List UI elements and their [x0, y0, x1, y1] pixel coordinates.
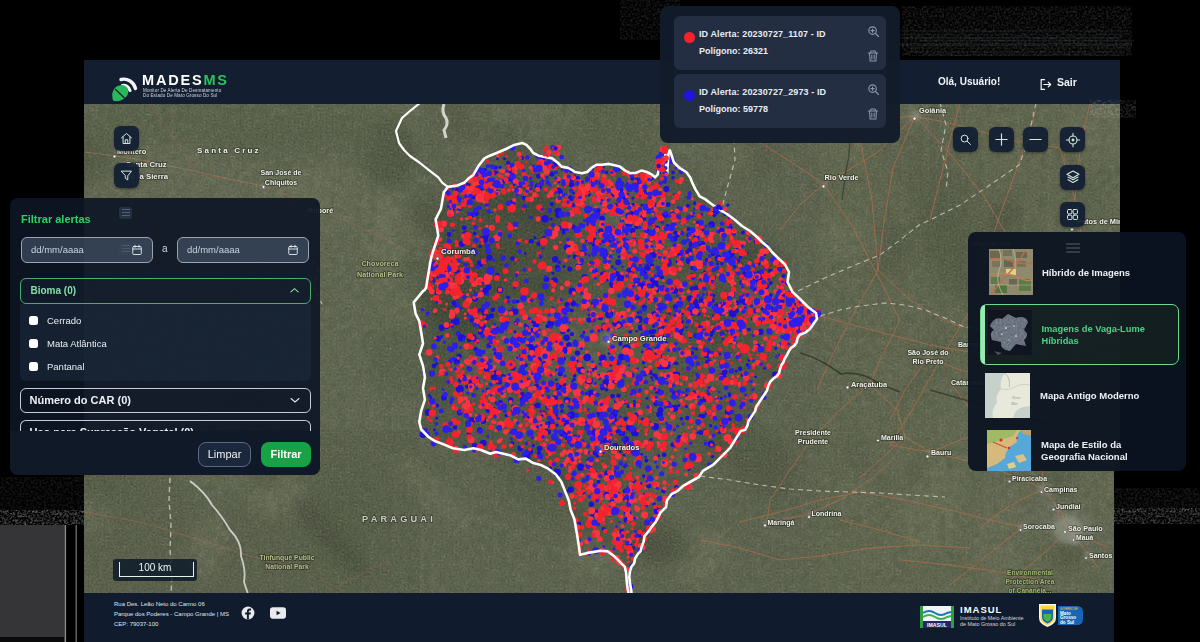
- svg-text:Dourados: Dourados: [604, 443, 639, 452]
- svg-text:Prudente: Prudente: [798, 438, 828, 445]
- svg-text:Santa Cruz: Santa Cruz: [197, 146, 261, 155]
- svg-text:do Sul: do Sul: [1060, 620, 1074, 625]
- svg-text:Protection Area: Protection Area: [1006, 578, 1055, 585]
- svg-text:Campinas: Campinas: [1044, 486, 1078, 494]
- svg-text:Presidente: Presidente: [795, 429, 831, 436]
- svg-text:Sorocaba: Sorocaba: [1023, 523, 1055, 530]
- svg-text:Maringá: Maringá: [768, 519, 795, 527]
- svg-text:Corumbá: Corumbá: [441, 247, 476, 256]
- svg-text:Goiânia: Goiânia: [919, 106, 947, 115]
- svg-text:National Park: National Park: [357, 270, 403, 279]
- svg-text:Chovoreca: Chovoreca: [361, 259, 399, 268]
- svg-text:Novo: Novo: [1011, 395, 1020, 400]
- svg-text:Araçatuba: Araçatuba: [851, 380, 888, 389]
- svg-text:São José do: São José do: [907, 349, 948, 356]
- svg-text:San José de: San José de: [261, 169, 302, 176]
- svg-text:Rio Verde: Rio Verde: [825, 173, 859, 182]
- svg-text:Marília: Marília: [881, 434, 903, 441]
- svg-text:Mauá: Mauá: [1076, 534, 1094, 541]
- svg-text:São Paulo: São Paulo: [1068, 524, 1103, 533]
- svg-text:Santos: Santos: [1089, 552, 1112, 559]
- svg-text:Environmental: Environmental: [1007, 569, 1053, 576]
- svg-text:Jundiaí: Jundiaí: [1056, 503, 1082, 510]
- svg-text:Rio Preto: Rio Preto: [912, 358, 943, 365]
- svg-text:PARAGUAI: PARAGUAI: [362, 514, 436, 524]
- svg-text:Tinfunqué Public: Tinfunqué Public: [259, 554, 314, 562]
- svg-text:Chiquitos: Chiquitos: [265, 179, 297, 187]
- svg-text:Piracicaba: Piracicaba: [1012, 475, 1047, 482]
- svg-text:National Park: National Park: [265, 563, 309, 570]
- svg-text:Mar: Mar: [1010, 401, 1018, 406]
- svg-text:Bauru: Bauru: [931, 449, 951, 456]
- svg-text:Campo Grande: Campo Grande: [612, 334, 666, 343]
- svg-text:Londrina: Londrina: [812, 510, 842, 517]
- svg-text:IMASUL: IMASUL: [927, 622, 948, 628]
